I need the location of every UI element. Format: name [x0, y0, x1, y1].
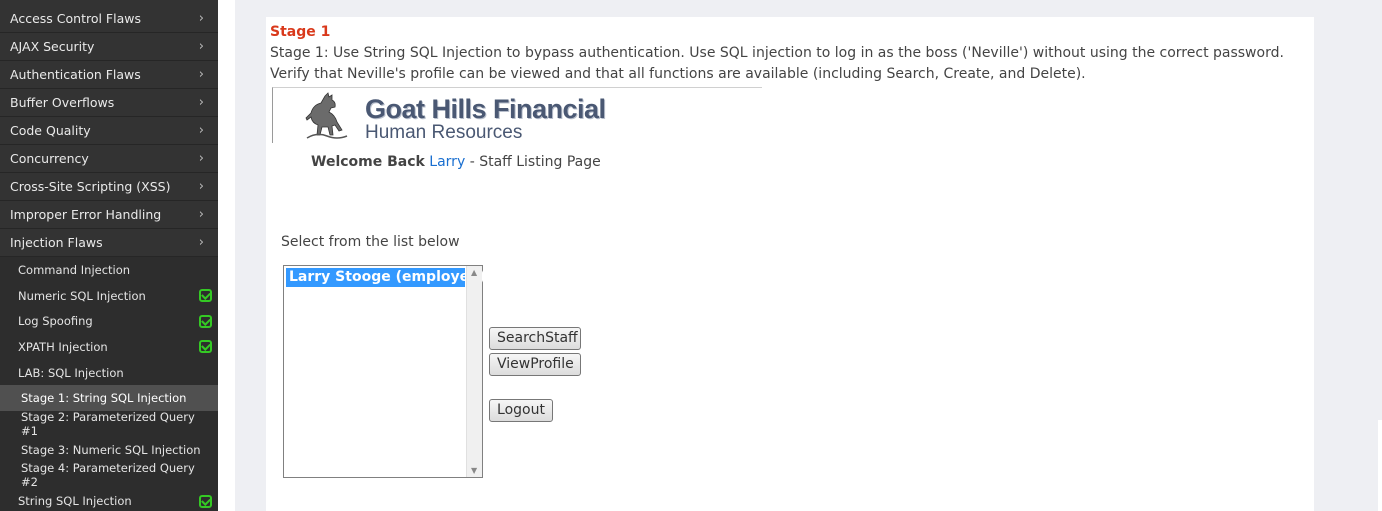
chevron-right-icon: › — [198, 67, 204, 82]
staff-option-selected[interactable]: Larry Stooge (employee) — [286, 268, 485, 287]
stage-label: Stage 3: Numeric SQL Injection — [21, 442, 201, 457]
listbox-scrollbar[interactable]: ▲ ▼ — [466, 266, 482, 477]
menu-label: Code Quality — [10, 123, 91, 138]
chevron-right-icon: › — [198, 151, 204, 166]
menu-label: Injection Flaws — [10, 235, 103, 250]
staff-listbox[interactable]: Larry Stooge (employee) ▲ ▼ — [283, 265, 485, 478]
sidebar: Access Control Flaws › AJAX Security › A… — [0, 0, 218, 511]
lesson-card: Stage 1 Stage 1: Use String SQL Injectio… — [266, 17, 1314, 511]
user-name: Larry — [429, 154, 466, 170]
main-content: Stage 1 Stage 1: Use String SQL Injectio… — [218, 0, 1382, 511]
company-name: Goat Hills Financial — [365, 94, 606, 124]
lesson-log-spoofing[interactable]: Log Spoofing — [0, 308, 218, 335]
stage-4-parameterized-query-2[interactable]: Stage 4: Parameterized Query #2 — [0, 461, 218, 490]
view-profile-button[interactable]: ViewProfile — [489, 353, 581, 376]
lesson-label: LAB: SQL Injection — [18, 365, 124, 380]
chevron-right-icon: › — [198, 10, 204, 26]
logout-button[interactable]: Logout — [489, 399, 553, 422]
chevron-right-icon: › — [198, 207, 204, 222]
welcome-prefix: Welcome Back — [311, 154, 425, 170]
right-gutter — [1378, 420, 1382, 511]
welcome-line: Welcome Back Larry - Staff Listing Page — [311, 154, 601, 170]
menu-label: Concurrency — [10, 151, 89, 166]
stage-label: Stage 2: Parameterized Query #1 — [21, 409, 195, 438]
lesson-command-injection[interactable]: Command Injection — [0, 257, 218, 283]
stage-3-numeric-sql-injection[interactable]: Stage 3: Numeric SQL Injection — [0, 436, 218, 463]
menu-concurrency[interactable]: Concurrency › — [0, 145, 218, 173]
menu-label: Authentication Flaws — [10, 67, 141, 82]
lesson-string-sql-injection[interactable]: String SQL Injection — [0, 488, 218, 511]
chevron-right-icon: › — [198, 235, 204, 250]
menu-label: Access Control Flaws — [10, 10, 141, 26]
menu-injection-flaws[interactable]: Injection Flaws › — [0, 229, 218, 257]
menu-buffer-overflows[interactable]: Buffer Overflows › — [0, 89, 218, 117]
chevron-right-icon: › — [198, 95, 204, 110]
menu-access-control-flaws[interactable]: Access Control Flaws › — [0, 0, 218, 33]
chevron-right-icon: › — [198, 179, 204, 194]
stage-2-parameterized-query-1[interactable]: Stage 2: Parameterized Query #1 — [0, 409, 218, 438]
scroll-up-icon[interactable]: ▲ — [471, 268, 477, 277]
welcome-suffix: - Staff Listing Page — [469, 154, 601, 170]
menu-label: Cross-Site Scripting (XSS) — [10, 179, 171, 194]
menu-ajax-security[interactable]: AJAX Security › — [0, 33, 218, 61]
chevron-right-icon: › — [198, 39, 204, 54]
goat-icon — [305, 92, 348, 139]
menu-label: Improper Error Handling — [10, 207, 162, 222]
stage-title: Stage 1 — [270, 24, 331, 40]
menu-label: AJAX Security — [10, 39, 95, 54]
stage-label: Stage 1: String SQL Injection — [21, 391, 187, 406]
lesson-lab-sql-injection[interactable]: LAB: SQL Injection — [0, 359, 218, 386]
stage-description: Stage 1: Use String SQL Injection to byp… — [270, 45, 1284, 82]
chevron-right-icon: › — [198, 123, 204, 138]
select-label: Select from the list below — [281, 234, 460, 250]
lesson-label: Numeric SQL Injection — [18, 288, 146, 303]
check-icon — [199, 340, 212, 354]
menu-improper-error-handling[interactable]: Improper Error Handling › — [0, 201, 218, 229]
search-staff-button[interactable]: SearchStaff — [489, 327, 581, 350]
lesson-label: Log Spoofing — [18, 314, 93, 329]
check-icon — [199, 494, 212, 508]
lesson-xpath-injection[interactable]: XPATH Injection — [0, 334, 218, 360]
menu-code-quality[interactable]: Code Quality › — [0, 117, 218, 145]
menu-label: Buffer Overflows — [10, 95, 115, 110]
menu-authentication-flaws[interactable]: Authentication Flaws › — [0, 61, 218, 89]
company-banner: Goat Hills Financial Human Resources — [272, 87, 762, 143]
menu-xss[interactable]: Cross-Site Scripting (XSS) › — [0, 173, 218, 201]
lesson-label: XPATH Injection — [18, 339, 108, 354]
lesson-label: String SQL Injection — [18, 494, 132, 509]
check-icon — [199, 314, 212, 328]
company-subtitle: Human Resources — [365, 122, 523, 143]
stage-label: Stage 4: Parameterized Query #2 — [21, 461, 195, 490]
stage-1-string-sql-injection[interactable]: Stage 1: String SQL Injection — [0, 385, 218, 412]
lesson-numeric-sql-injection[interactable]: Numeric SQL Injection — [0, 282, 218, 309]
check-icon — [199, 289, 212, 303]
content-gutter — [218, 0, 235, 511]
lesson-label: Command Injection — [18, 262, 131, 277]
scroll-down-icon[interactable]: ▼ — [471, 466, 477, 475]
